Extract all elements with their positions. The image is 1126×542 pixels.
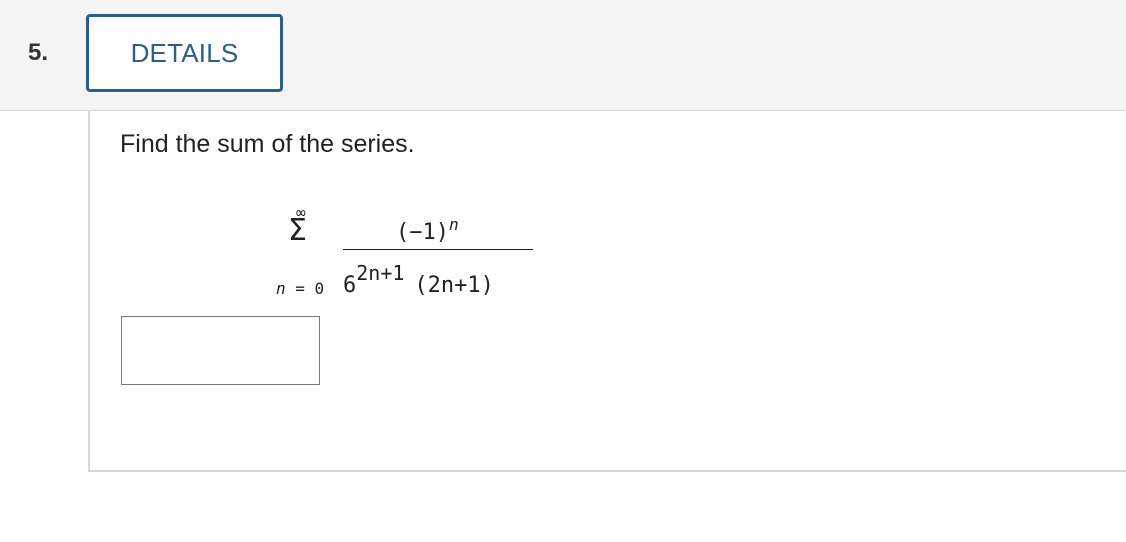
index-variable: n [276,279,286,298]
numerator-exponent: n [448,215,459,234]
fraction-numerator: (−1)n [396,215,459,245]
numerator-base: (−1) [396,220,449,245]
question-header: 5. DETAILS [0,0,1126,111]
summation-lower-limit: n = 0 [276,279,324,298]
details-button[interactable]: DETAILS [86,14,283,92]
summation-symbol: Σ [288,213,307,248]
denominator-factor: (2n+1) [414,273,494,298]
fraction-denominator: 62n+1 (2n+1) [343,261,494,298]
index-start: = 0 [285,279,325,298]
denominator-exponent: 2n+1 [356,261,405,285]
denominator-base: 6 [343,273,357,298]
fraction-bar [343,249,533,250]
answer-input[interactable] [121,316,320,385]
question-content: Find the sum of the series. ∞ Σ n = 0 (−… [88,111,1126,472]
question-number: 5. [28,39,49,66]
series-expression: ∞ Σ n = 0 (−1)n 62n+1 (2n+1) [90,111,1126,470]
